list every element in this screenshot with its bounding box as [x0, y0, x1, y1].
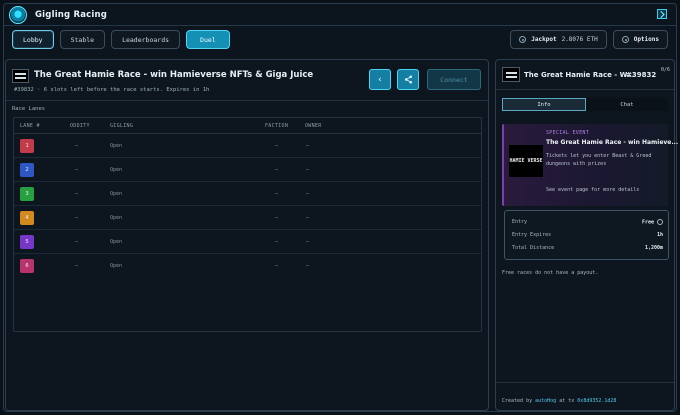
share-button[interactable] — [397, 69, 419, 90]
event-kicker: SPECIAL EVENT — [546, 130, 590, 136]
tab-info[interactable]: Info — [502, 98, 586, 111]
side-race-id: #39832 — [626, 71, 657, 79]
nav-duel-button[interactable]: Duel — [186, 30, 230, 49]
info-total-distance: Total Distance 1,200m — [512, 245, 663, 251]
race-panel: The Great Hamie Race - win Hamieverse NF… — [5, 59, 489, 411]
chevron-left-icon: ‹ — [377, 74, 383, 85]
lane-badge: 3 — [20, 187, 34, 201]
jackpot-button[interactable]: Jackpot 2.8076 ETH — [510, 30, 607, 49]
title-bar: Gigling Racing — [5, 5, 675, 25]
owner-cell: – — [306, 215, 310, 221]
oddity-cell: – — [75, 143, 79, 149]
lane-badge: 5 — [20, 235, 34, 249]
race-thumbnail — [502, 67, 520, 82]
lane-badge: 2 — [20, 163, 34, 177]
oddity-cell: – — [75, 263, 79, 269]
back-button[interactable]: ‹ — [369, 69, 391, 90]
info-icon[interactable] — [657, 219, 663, 225]
header-oddity: ODDITY — [70, 123, 90, 129]
gigling-logo-icon — [9, 6, 27, 24]
connect-button[interactable]: Connect — [427, 69, 481, 90]
table-row[interactable]: 6 – Open – – — [14, 254, 481, 278]
expand-icon[interactable] — [657, 9, 667, 19]
lanes-table: LANE # ODDITY GIGLING FACTION OWNER 1 – Op… — [13, 117, 482, 332]
lane-badge: 1 — [20, 139, 34, 153]
race-lanes-label: Race Lanes — [12, 106, 46, 112]
owner-cell: – — [306, 143, 310, 149]
event-title: The Great Hamie Race - win Hamieve... — [546, 139, 679, 146]
main-nav: Lobby Stable Leaderboards Duel — [12, 30, 230, 50]
gear-icon — [621, 36, 629, 43]
options-button[interactable]: Options — [612, 30, 668, 49]
oddity-cell: – — [75, 167, 79, 173]
header-owner: OWNER — [305, 123, 322, 129]
oddity-cell: – — [75, 191, 79, 197]
faction-cell: – — [275, 263, 279, 269]
coin-icon — [519, 36, 527, 43]
info-entry: Entry Free — [512, 219, 663, 226]
tx-link[interactable]: 0x8d9352.1d28 — [577, 398, 616, 404]
race-title: The Great Hamie Race - win Hamieverse NF… — [34, 70, 314, 80]
divider — [3, 25, 677, 26]
table-row[interactable]: 5 – Open – – — [14, 230, 481, 254]
divider — [496, 89, 674, 90]
side-race-title: The Great Hamie Race - W... — [524, 71, 635, 79]
race-thumbnail — [12, 69, 29, 83]
nav-right: Jackpot 2.8076 ETH Options — [510, 30, 668, 49]
owner-cell: – — [306, 239, 310, 245]
gigling-cell: Open — [110, 143, 123, 149]
table-row[interactable]: 1 – Open – – — [14, 134, 481, 158]
table-row[interactable]: 2 – Open – – — [14, 158, 481, 182]
app-title: Gigling Racing — [35, 10, 108, 20]
event-description: Tickets let you enter Beast & Greed dung… — [546, 153, 652, 167]
faction-cell: – — [275, 191, 279, 197]
header-gigling: GIGLING — [110, 123, 134, 129]
special-event-card[interactable]: HAMIE VERSE SPECIAL EVENT The Great Hami… — [502, 124, 678, 206]
faction-cell: – — [275, 167, 279, 173]
slots-count: 0/6 — [660, 67, 670, 73]
side-tabs: Info Chat — [502, 98, 668, 111]
creator-link[interactable]: autoHog — [535, 398, 556, 404]
created-by-line: Created by autoHog at tx 0x8d9352.1d28 — [502, 398, 617, 404]
jackpot-label: Jackpot — [531, 36, 557, 43]
faction-cell: – — [275, 215, 279, 221]
nav-lobby-button[interactable]: Lobby — [12, 30, 54, 49]
header-faction: FACTION — [265, 123, 289, 129]
gigling-cell: Open — [110, 167, 123, 173]
event-more-link[interactable]: See event page for more details — [546, 187, 639, 193]
lane-badge: 6 — [20, 259, 34, 273]
gigling-cell: Open — [110, 263, 123, 269]
owner-cell: – — [306, 167, 310, 173]
divider — [6, 100, 488, 101]
side-panel: The Great Hamie Race - W... #39832 0/6 I… — [495, 59, 678, 411]
gigling-cell: Open — [110, 239, 123, 245]
owner-cell: – — [306, 263, 310, 269]
owner-cell: – — [306, 191, 310, 197]
faction-cell: – — [275, 239, 279, 245]
table-row[interactable]: 4 – Open – – — [14, 206, 481, 230]
jackpot-value: 2.8076 ETH — [561, 36, 598, 43]
divider — [496, 382, 674, 383]
oddity-cell: – — [75, 215, 79, 221]
share-icon — [404, 75, 412, 84]
nav-leaderboards-button[interactable]: Leaderboards — [111, 30, 181, 49]
tab-chat[interactable]: Chat — [586, 98, 668, 111]
table-header: LANE # ODDITY GIGLING FACTION OWNER — [14, 118, 481, 134]
race-subtitle: #39832 · 6 slots left before the race st… — [14, 87, 210, 93]
info-entry-expires: Entry Expires 1h — [512, 232, 663, 238]
payout-note: Free races do not have a payout. — [502, 270, 599, 276]
hamieverse-logo: HAMIE VERSE — [509, 145, 543, 177]
options-label: Options — [633, 36, 659, 43]
faction-cell: – — [275, 143, 279, 149]
gigling-cell: Open — [110, 215, 123, 221]
nav-stable-button[interactable]: Stable — [59, 30, 106, 49]
race-info-box: Entry Free Entry Expires 1h Total Distan… — [504, 210, 669, 260]
oddity-cell: – — [75, 239, 79, 245]
table-row[interactable]: 3 – Open – – — [14, 182, 481, 206]
header-lane: LANE # — [20, 123, 40, 129]
gigling-cell: Open — [110, 191, 123, 197]
lane-badge: 4 — [20, 211, 34, 225]
